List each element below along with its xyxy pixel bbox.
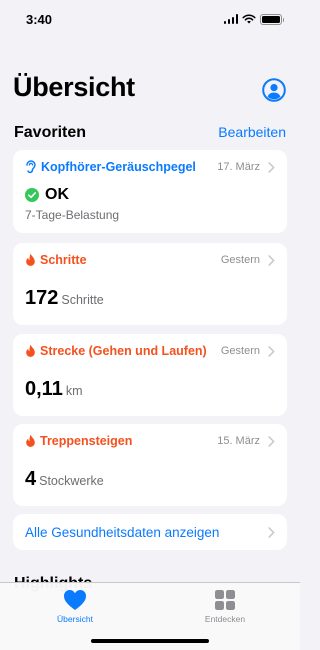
flights-value: 4 xyxy=(25,468,37,490)
status-time: 3:40 xyxy=(26,11,53,27)
favorites-title: Favoriten xyxy=(14,124,87,141)
grid-icon xyxy=(215,590,235,610)
card-date: Gestern xyxy=(220,254,260,266)
card-title: Treppensteigen xyxy=(40,434,133,448)
flame-icon xyxy=(26,344,35,357)
card-distance[interactable]: Strecke (Gehen und Laufen) Gestern 0,11 … xyxy=(13,334,287,416)
favorites-header: Favoriten Bearbeiten xyxy=(14,124,286,142)
chevron-right-icon xyxy=(268,161,275,173)
status-icons xyxy=(223,13,284,25)
card-date: 17. März xyxy=(217,161,260,173)
audio-status: OK xyxy=(45,186,69,203)
edit-button[interactable]: Bearbeiten xyxy=(218,124,286,140)
chevron-right-icon xyxy=(268,435,275,447)
distance-unit: km xyxy=(65,384,83,398)
chevron-right-icon xyxy=(268,254,275,266)
audio-subtitle: 7-Tage-Belastung xyxy=(25,208,120,222)
card-steps[interactable]: Schritte Gestern 172 Schritte xyxy=(13,243,287,325)
card-title: Strecke (Gehen und Laufen) xyxy=(40,344,207,358)
tab-label: Entdecken xyxy=(204,614,246,624)
ear-icon xyxy=(26,160,36,174)
steps-unit: Schritte xyxy=(61,293,104,307)
card-date: 15. März xyxy=(217,435,260,447)
tab-label: Übersicht xyxy=(57,614,93,624)
steps-value: 172 xyxy=(25,287,59,309)
chevron-right-icon xyxy=(268,345,275,357)
wifi-icon xyxy=(242,14,256,24)
heart-icon xyxy=(63,589,87,610)
checkmark-circle-icon xyxy=(25,188,39,202)
card-title: Kopfhörer-Geräuschpegel xyxy=(41,160,196,174)
home-indicator[interactable] xyxy=(91,639,209,643)
card-title: Schritte xyxy=(40,253,87,267)
show-all-label: Alle Gesundheitsdaten anzeigen xyxy=(25,524,220,540)
profile-icon[interactable] xyxy=(262,78,286,102)
distance-value: 0,11 xyxy=(25,378,63,400)
card-date: Gestern xyxy=(220,345,260,357)
card-flights[interactable]: Treppensteigen 15. März 4 Stockwerke xyxy=(13,424,287,506)
flights-unit: Stockwerke xyxy=(39,474,104,488)
page-title: Übersicht xyxy=(13,72,135,102)
chevron-right-icon xyxy=(268,526,275,538)
cellular-signal-icon xyxy=(223,14,238,24)
flame-icon xyxy=(26,434,35,447)
show-all-health-data-button[interactable]: Alle Gesundheitsdaten anzeigen xyxy=(13,514,287,550)
flame-icon xyxy=(26,253,35,266)
status-bar: 3:40 xyxy=(0,0,300,38)
battery-icon xyxy=(260,13,284,25)
card-headphone-audio[interactable]: Kopfhörer-Geräuschpegel 17. März OK 7-Ta… xyxy=(13,150,287,233)
